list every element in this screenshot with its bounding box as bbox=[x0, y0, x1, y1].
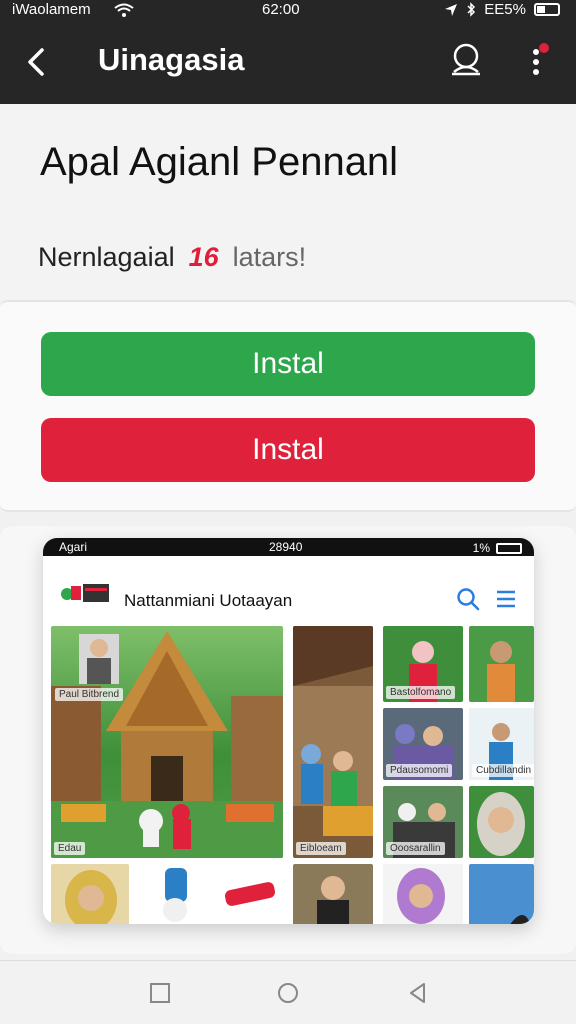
back-arrow-icon[interactable] bbox=[22, 42, 54, 82]
preview-clock: 28940 bbox=[269, 540, 303, 554]
photo-tile-woman bbox=[51, 864, 129, 924]
photo-tile-person-1: Bastolfomano bbox=[383, 626, 463, 702]
photo-tile-woman-2 bbox=[383, 864, 463, 924]
install-button[interactable]: Instal bbox=[41, 332, 535, 396]
photo-tile-person-2 bbox=[469, 626, 534, 702]
carrier-label: iWaolamem bbox=[12, 1, 91, 18]
battery-percent: EE5% bbox=[484, 1, 526, 18]
location-icon bbox=[445, 3, 458, 16]
tile-caption: Eibloeam bbox=[296, 842, 346, 855]
photo-tile-group-1: Pdausomomi bbox=[383, 708, 463, 780]
bluetooth-icon bbox=[467, 2, 476, 17]
recents-icon[interactable] bbox=[146, 979, 174, 1007]
photo-tile-house: Paul Bitbrend Edau bbox=[51, 626, 283, 858]
screenshot-image[interactable]: Agari 28940 1% Nattanmiani Uotaayan Paul… bbox=[43, 538, 534, 924]
status-bar: iWaolamem 62:00 EE5% bbox=[0, 0, 576, 22]
photo-tile-portrait bbox=[469, 786, 534, 858]
app-bar-title: Uinagasia bbox=[98, 42, 245, 77]
rating-label: latars! bbox=[232, 242, 307, 272]
screenshot-preview-card: Agari 28940 1% Nattanmiani Uotaayan Paul… bbox=[0, 526, 576, 954]
more-options-icon[interactable] bbox=[524, 42, 552, 82]
preview-header: Nattanmiani Uotaayan bbox=[43, 556, 534, 622]
preview-carrier: Agari bbox=[59, 540, 88, 554]
app-name: Apal Agianl Pennanl bbox=[40, 140, 399, 184]
back-nav-icon[interactable] bbox=[404, 979, 432, 1007]
photo-tile-group-2: Cubdillandin bbox=[469, 708, 534, 780]
battery-icon bbox=[534, 3, 560, 16]
app-subtitle: Nernlagaial 16 latars! bbox=[38, 242, 306, 273]
preview-menu-icon bbox=[497, 590, 515, 608]
preview-status-bar: Agari 28940 1% bbox=[43, 538, 534, 556]
account-icon[interactable] bbox=[446, 40, 486, 80]
preview-battery-percent: 1% bbox=[472, 541, 490, 555]
preview-title: Nattanmiani Uotaayan bbox=[124, 591, 293, 610]
system-navigation-bar bbox=[0, 960, 576, 1024]
tile-caption: Pdausomomi bbox=[386, 764, 453, 777]
clock: 62:00 bbox=[262, 1, 300, 18]
app-header: Apal Agianl Pennanl Nernlagaial 16 latar… bbox=[0, 104, 576, 300]
wifi-icon bbox=[114, 3, 134, 17]
preview-logo-icon bbox=[61, 584, 109, 602]
preview-battery-icon bbox=[496, 542, 522, 554]
tile-caption: Cubdillandin bbox=[472, 764, 534, 777]
house-illustration bbox=[51, 631, 283, 858]
developer-name[interactable]: Nernlagaial bbox=[38, 242, 175, 273]
home-icon[interactable] bbox=[274, 979, 302, 1007]
tile-caption: Ooosarallin bbox=[386, 842, 445, 855]
tile-caption: Bastolfomano bbox=[386, 686, 456, 699]
install-button-secondary[interactable]: Instal bbox=[41, 418, 535, 482]
photo-tile-toy bbox=[135, 864, 283, 924]
install-card: Instal Instal bbox=[0, 300, 576, 512]
preview-search-icon bbox=[457, 588, 480, 611]
app-bar: Uinagasia bbox=[0, 22, 576, 104]
photo-tile-group-3: Ooosarallin bbox=[383, 786, 463, 858]
photo-tile-sky bbox=[469, 864, 534, 924]
tile-caption: Edau bbox=[54, 842, 86, 855]
content-rating-badge: 16 bbox=[188, 242, 219, 272]
preview-photo-grid: Paul Bitbrend Edau Eibloeam Bastolfomano… bbox=[51, 626, 534, 924]
tile-caption: Paul Bitbrend bbox=[55, 688, 124, 701]
market-illustration bbox=[293, 626, 373, 836]
photo-tile-market: Eibloeam bbox=[293, 626, 373, 858]
photo-tile-man bbox=[293, 864, 373, 924]
